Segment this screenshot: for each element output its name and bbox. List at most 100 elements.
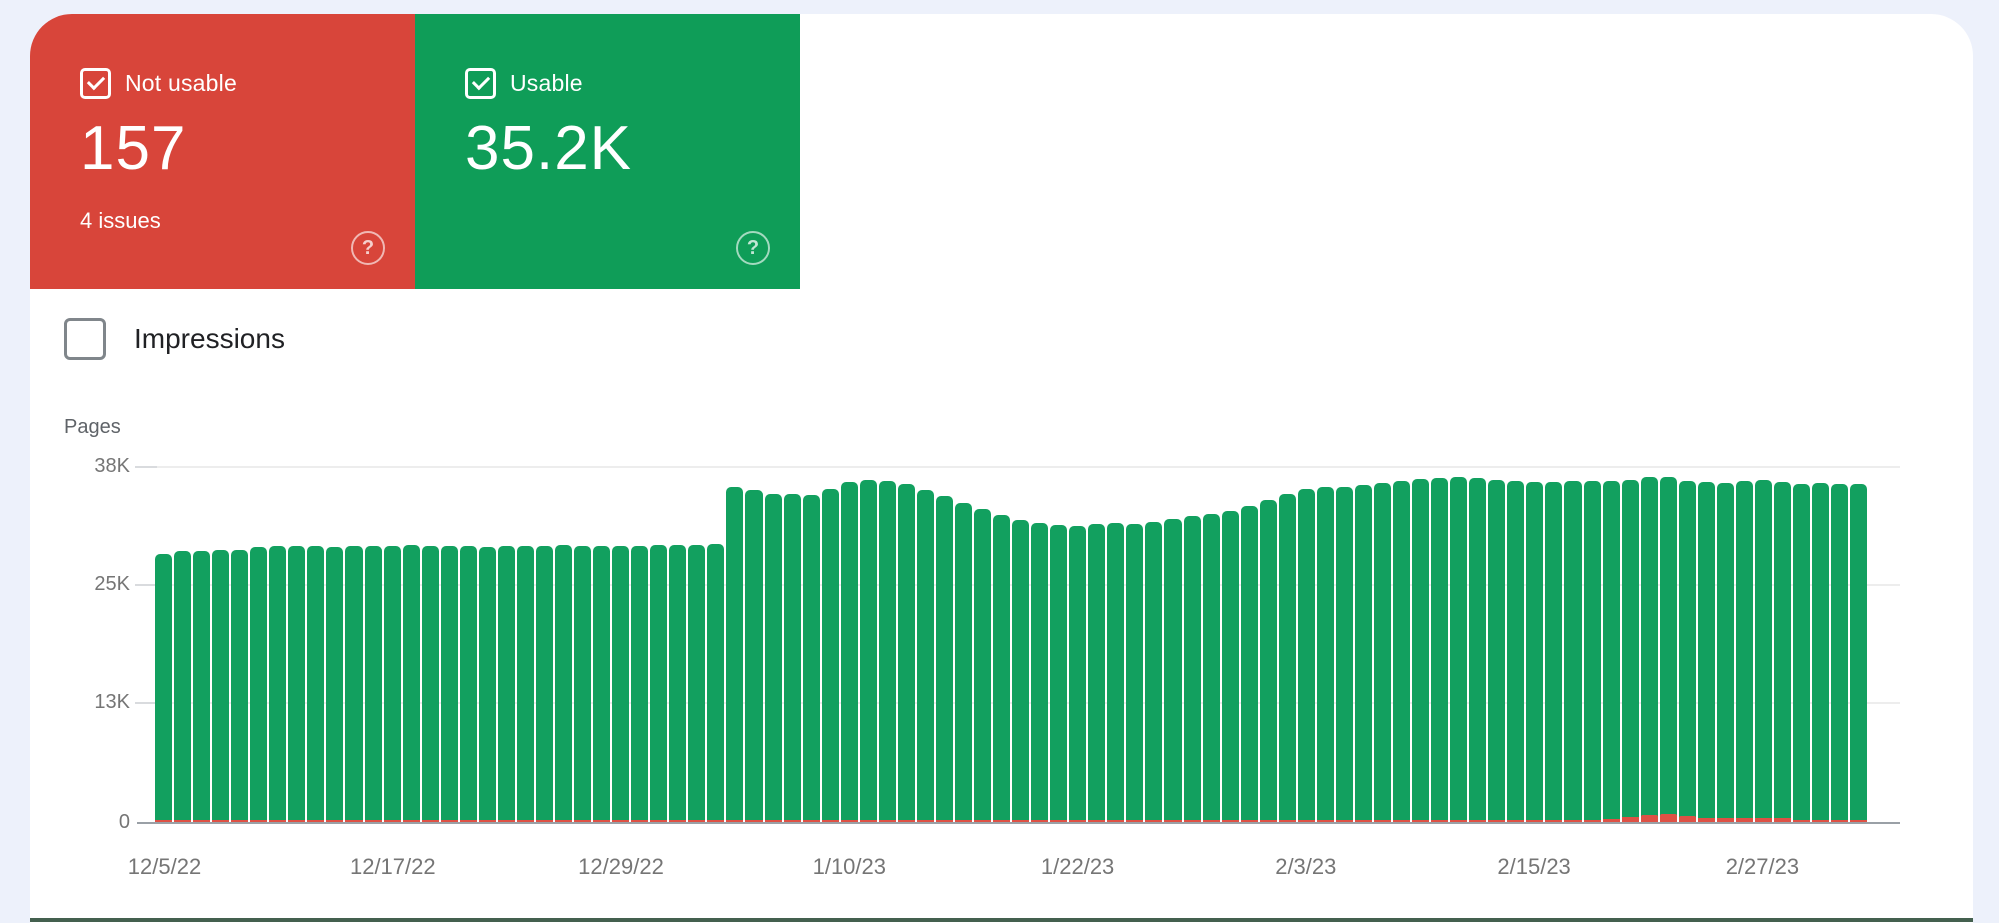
bar[interactable]	[326, 547, 343, 822]
help-icon[interactable]: ?	[736, 231, 770, 265]
bar[interactable]	[1698, 482, 1715, 822]
bar[interactable]	[441, 546, 458, 822]
bar[interactable]	[898, 484, 915, 822]
bar[interactable]	[1622, 480, 1639, 822]
bar[interactable]	[1279, 494, 1296, 822]
bar[interactable]	[269, 546, 286, 822]
impressions-checkbox[interactable]	[64, 318, 106, 360]
bar[interactable]	[307, 546, 324, 822]
bar[interactable]	[345, 546, 362, 822]
bar[interactable]	[726, 487, 743, 822]
bar[interactable]	[1603, 481, 1620, 822]
summary-card-not-usable[interactable]: Not usable 157 4 issues ?	[30, 14, 415, 289]
bar[interactable]	[1203, 514, 1220, 822]
bar[interactable]	[479, 547, 496, 822]
bar-not-usable-segment	[1622, 817, 1639, 822]
bar[interactable]	[860, 480, 877, 822]
bar[interactable]	[917, 490, 934, 822]
bar-not-usable-segment	[936, 820, 953, 823]
bar[interactable]	[1831, 484, 1848, 822]
bar[interactable]	[174, 551, 191, 822]
bar[interactable]	[1374, 483, 1391, 822]
bar[interactable]	[1050, 525, 1067, 822]
bar[interactable]	[212, 550, 229, 822]
bar[interactable]	[1222, 511, 1239, 823]
bar[interactable]	[1393, 481, 1410, 823]
bar[interactable]	[555, 545, 572, 822]
bar[interactable]	[784, 494, 801, 822]
bar[interactable]	[936, 496, 953, 822]
bar[interactable]	[1660, 477, 1677, 822]
bar[interactable]	[593, 546, 610, 822]
bar[interactable]	[1412, 479, 1429, 822]
bar[interactable]	[422, 546, 439, 822]
bar[interactable]	[1241, 506, 1258, 822]
bar[interactable]	[669, 545, 686, 822]
bar[interactable]	[250, 547, 267, 822]
bar[interactable]	[1069, 526, 1086, 822]
bar[interactable]	[365, 546, 382, 822]
bar[interactable]	[1298, 489, 1315, 822]
bar[interactable]	[1641, 477, 1658, 822]
bar[interactable]	[745, 490, 762, 822]
bar[interactable]	[517, 546, 534, 822]
bar[interactable]	[384, 546, 401, 822]
usable-checkbox[interactable]	[465, 68, 496, 99]
bar[interactable]	[1450, 477, 1467, 822]
bar[interactable]	[1431, 478, 1448, 822]
bar[interactable]	[1755, 480, 1772, 822]
bar[interactable]	[1679, 481, 1696, 823]
bar[interactable]	[955, 503, 972, 822]
bar[interactable]	[1774, 482, 1791, 822]
bar[interactable]	[631, 546, 648, 822]
bar[interactable]	[1488, 480, 1505, 822]
bar[interactable]	[1545, 482, 1562, 822]
bar[interactable]	[1812, 483, 1829, 822]
not-usable-checkbox[interactable]	[80, 68, 111, 99]
bar[interactable]	[612, 546, 629, 822]
bar[interactable]	[1184, 516, 1201, 822]
bar[interactable]	[1507, 481, 1524, 823]
bar[interactable]	[1564, 481, 1581, 823]
bar[interactable]	[1164, 519, 1181, 822]
bar[interactable]	[1260, 500, 1277, 822]
bar[interactable]	[707, 544, 724, 822]
bar[interactable]	[1336, 487, 1353, 822]
help-icon[interactable]: ?	[351, 231, 385, 265]
bar[interactable]	[1526, 482, 1543, 823]
bar[interactable]	[1012, 520, 1029, 822]
bar[interactable]	[1107, 523, 1124, 822]
bar[interactable]	[1850, 484, 1867, 822]
bar[interactable]	[650, 545, 667, 822]
bar[interactable]	[288, 546, 305, 822]
bar[interactable]	[498, 546, 515, 822]
bar[interactable]	[1031, 523, 1048, 822]
bar[interactable]	[1145, 522, 1162, 822]
bar[interactable]	[1126, 524, 1143, 822]
bar[interactable]	[1584, 481, 1601, 822]
bar[interactable]	[193, 551, 210, 822]
bar[interactable]	[822, 489, 839, 822]
bar[interactable]	[1355, 485, 1372, 822]
bar[interactable]	[460, 546, 477, 822]
bar[interactable]	[879, 481, 896, 823]
bar[interactable]	[1317, 487, 1334, 822]
bar[interactable]	[1469, 478, 1486, 822]
bar[interactable]	[155, 554, 172, 822]
bar[interactable]	[993, 515, 1010, 822]
bar[interactable]	[688, 545, 705, 822]
bar[interactable]	[1793, 484, 1810, 822]
bar[interactable]	[1717, 483, 1734, 822]
bar[interactable]	[403, 545, 420, 822]
bar[interactable]	[1088, 524, 1105, 822]
bar[interactable]	[1736, 481, 1753, 822]
bar[interactable]	[974, 509, 991, 822]
section-divider	[30, 918, 1973, 922]
bar[interactable]	[574, 546, 591, 822]
bar[interactable]	[803, 495, 820, 822]
summary-card-usable[interactable]: Usable 35.2K ?	[415, 14, 800, 289]
bar[interactable]	[765, 494, 782, 822]
bar[interactable]	[841, 482, 858, 822]
bar[interactable]	[536, 546, 553, 822]
bar[interactable]	[231, 550, 248, 822]
